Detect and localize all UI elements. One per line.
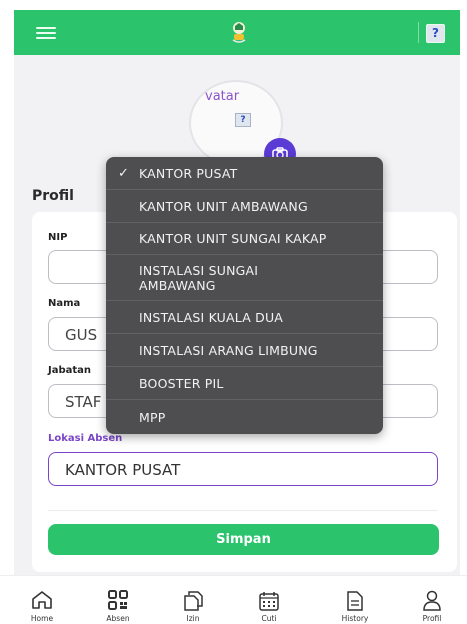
home-icon xyxy=(32,591,52,609)
lokasi-dropdown-menu: ✓ KANTOR PUSAT KANTOR UNIT AMBAWANG KANT… xyxy=(106,157,383,434)
dropdown-option-booster-pil[interactable]: BOOSTER PIL xyxy=(106,367,383,400)
nav-label: Cuti xyxy=(261,614,277,623)
broken-image-icon[interactable]: ? xyxy=(426,24,445,43)
calendar-icon xyxy=(259,592,279,611)
nip-label: NIP xyxy=(48,232,68,243)
qr-code-icon xyxy=(108,590,128,610)
nav-label: History xyxy=(341,614,369,623)
nav-item-cuti[interactable]: Cuti xyxy=(239,576,299,624)
dropdown-option-label: INSTALASI SUNGAI AMBAWANG xyxy=(139,262,259,293)
app-header: ? xyxy=(14,10,460,55)
copy-document-icon xyxy=(184,591,203,611)
lokasi-absen-label: Lokasi Absen xyxy=(48,433,123,444)
broken-image-icon: ? xyxy=(235,113,251,127)
hamburger-menu-icon[interactable] xyxy=(36,27,56,39)
dropdown-option-label: MPP xyxy=(139,409,166,425)
header-divider xyxy=(418,22,419,43)
dropdown-option-instalasi-arang-limbung[interactable]: INSTALASI ARANG LIMBUNG xyxy=(106,334,383,367)
save-button[interactable]: Simpan xyxy=(48,524,439,555)
nav-item-home[interactable]: Home xyxy=(12,576,72,624)
nav-label: Home xyxy=(30,614,54,623)
nav-item-history[interactable]: History xyxy=(325,576,385,624)
dropdown-option-label: KANTOR UNIT AMBAWANG xyxy=(139,198,308,214)
checkmark-icon: ✓ xyxy=(118,165,130,181)
lokasi-absen-select[interactable]: KANTOR PUSAT xyxy=(48,452,438,486)
dropdown-option-kantor-unit-sungai-kakap[interactable]: KANTOR UNIT SUNGAI KAKAP xyxy=(106,223,383,255)
nav-item-profil[interactable]: Profil xyxy=(402,576,462,624)
app-logo-icon xyxy=(232,22,246,43)
dropdown-option-instalasi-sungai-ambawang[interactable]: INSTALASI SUNGAI AMBAWANG xyxy=(106,255,383,301)
document-icon xyxy=(347,591,363,611)
nav-label: Profil xyxy=(422,614,442,623)
dropdown-option-kantor-unit-ambawang[interactable]: KANTOR UNIT AMBAWANG xyxy=(106,190,383,223)
nav-item-absen[interactable]: Absen xyxy=(88,576,148,624)
dropdown-option-label: INSTALASI KUALA DUA xyxy=(139,309,284,325)
bottom-navigation: Home Absen Izin Cuti History Profil xyxy=(0,575,467,624)
dropdown-option-kantor-pusat[interactable]: ✓ KANTOR PUSAT xyxy=(106,157,383,190)
section-title: Profil xyxy=(32,188,74,204)
dropdown-option-mpp[interactable]: MPP xyxy=(106,400,383,434)
nav-label: Absen xyxy=(106,614,130,623)
nav-item-izin[interactable]: Izin xyxy=(163,576,223,624)
nama-label: Nama xyxy=(48,298,81,309)
nav-label: Izin xyxy=(186,614,200,623)
avatar-alt-text: vatar xyxy=(205,89,240,104)
jabatan-label: Jabatan xyxy=(48,365,92,376)
dropdown-option-instalasi-kuala-dua[interactable]: INSTALASI KUALA DUA xyxy=(106,301,383,334)
dropdown-option-label: BOOSTER PIL xyxy=(139,375,224,391)
user-icon xyxy=(423,590,441,611)
dropdown-option-label: INSTALASI ARANG LIMBUNG xyxy=(139,342,318,358)
form-divider xyxy=(48,510,438,511)
dropdown-option-label: KANTOR UNIT SUNGAI KAKAP xyxy=(139,231,327,246)
dropdown-option-label: KANTOR PUSAT xyxy=(139,165,238,181)
